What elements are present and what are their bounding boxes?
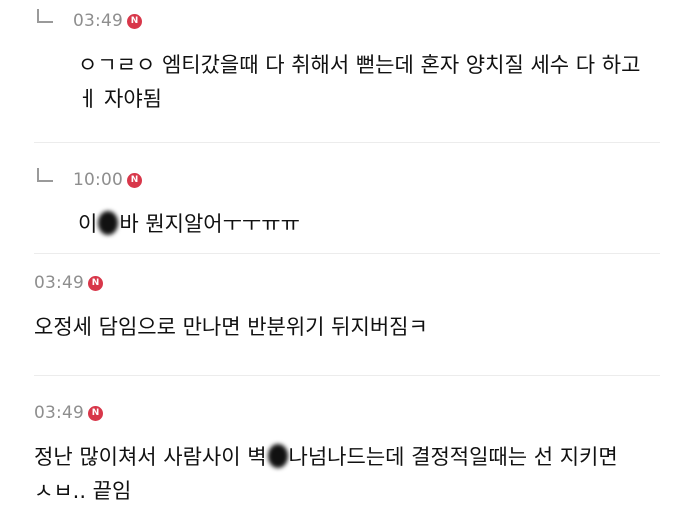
comment-text-part: 이 — [78, 212, 98, 236]
comment-divider — [34, 375, 660, 376]
comment-meta: 03:49 N — [0, 6, 681, 36]
comment-divider — [34, 142, 660, 143]
comment-meta: 03:49 N — [0, 398, 681, 428]
comment-text-part: 정난 많이쳐서 사람사이 벽 — [34, 445, 267, 469]
comment: 03:49 N 정난 많이쳐서 사람사이 벽 나넘나드는데 결정적일때는 선 지키… — [0, 398, 681, 508]
reply-arrow-icon — [37, 9, 53, 23]
censor-blur — [98, 211, 119, 235]
comment-text-part: 바 뭔지알어ㅜㅜㅠㅠ — [119, 212, 300, 236]
new-badge-icon: N — [127, 172, 142, 188]
comment-text: 오정세 담임으로 만나면 반분위기 뒤지버짐ㅋ — [34, 315, 428, 339]
comment-text: 이 바 뭔지알어ㅜㅜㅠㅠ — [0, 207, 658, 241]
comment: 03:49 N 오정세 담임으로 만나면 반분위기 뒤지버짐ㅋ — [0, 268, 681, 344]
comment-thread: 03:49 N ㅇㄱㄹㅇ 엠티갔을때 다 취해서 뻗는데 혼자 양치질 세수 다… — [0, 0, 681, 529]
comment-time: 03:49 — [34, 273, 84, 293]
comment-time: 03:49 — [34, 403, 84, 423]
comment-reply: 03:49 N ㅇㄱㄹㅇ 엠티갔을때 다 취해서 뻗는데 혼자 양치질 세수 다… — [0, 6, 681, 116]
censor-blur — [267, 444, 288, 468]
comment-meta: 10:00 N — [0, 165, 681, 195]
new-badge-icon: N — [88, 275, 103, 291]
comment-time: 03:49 — [73, 11, 123, 31]
comment-time: 10:00 — [73, 170, 123, 190]
comment-text: 정난 많이쳐서 사람사이 벽 나넘나드는데 결정적일때는 선 지키면 ㅅㅂ.. 끝… — [0, 440, 654, 508]
reply-arrow-icon — [37, 168, 53, 182]
comment-divider — [34, 253, 660, 254]
new-badge-icon: N — [127, 13, 142, 29]
comment-reply: 10:00 N 이 바 뭔지알어ㅜㅜㅠㅠ — [0, 165, 681, 241]
new-badge-icon: N — [88, 405, 103, 421]
comment-meta: 03:49 N — [0, 268, 681, 298]
comment-text: ㅇㄱㄹㅇ 엠티갔을때 다 취해서 뻗는데 혼자 양치질 세수 다 하고 ㅔ 자야… — [78, 53, 641, 111]
